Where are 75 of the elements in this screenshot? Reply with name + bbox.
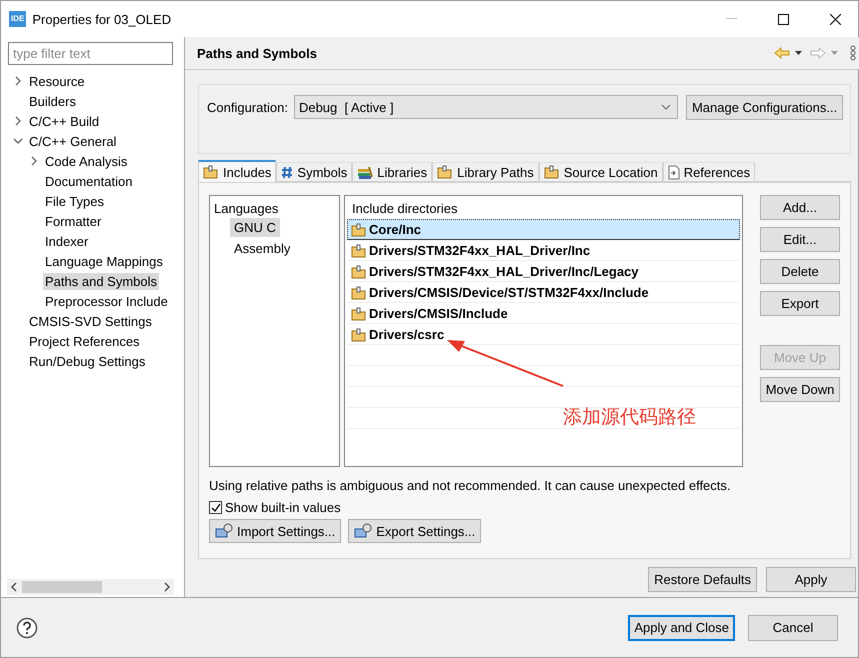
language-item[interactable]: GNU C: [230, 218, 280, 237]
manage-configurations-button[interactable]: Manage Configurations...: [686, 95, 844, 120]
dialog-button[interactable]: Cancel: [748, 614, 838, 640]
app-logo: IDE: [9, 11, 26, 27]
tree-item[interactable]: File Types: [43, 192, 106, 210]
include-folder-icon: [351, 326, 367, 342]
include-folder-icon: [351, 264, 367, 280]
tree-item[interactable]: Run/Debug Settings: [27, 352, 148, 370]
scroll-left-icon[interactable]: [10, 582, 18, 592]
chevron-down-icon[interactable]: [13, 136, 23, 146]
tree-item[interactable]: Indexer: [43, 232, 90, 250]
settings-button[interactable]: Export Settings...: [348, 519, 482, 543]
side-button[interactable]: Edit...: [760, 227, 840, 252]
show-built-in-checkbox[interactable]: [209, 501, 222, 514]
configuration-label: Configuration:: [207, 100, 288, 115]
tree-item[interactable]: Documentation: [43, 172, 134, 190]
chevron-right-icon[interactable]: [13, 116, 23, 126]
chevron-down-icon: [660, 104, 671, 110]
hash-icon: [281, 166, 294, 178]
list-heading: Languages: [214, 201, 280, 216]
tab[interactable]: Source Location: [538, 162, 663, 182]
page-icon: [668, 164, 680, 180]
tree-item[interactable]: Resource: [27, 72, 87, 90]
folder-icon: [437, 164, 454, 180]
page-button[interactable]: Apply: [766, 567, 856, 592]
warning-text: Using relative paths is ambiguous and not recommended. It can cause unexpected effects.: [209, 478, 732, 493]
tab[interactable]: Symbols: [276, 162, 352, 182]
page-title: Paths and Symbols: [197, 46, 318, 60]
side-button[interactable]: Export: [760, 291, 840, 316]
tab[interactable]: Libraries: [352, 162, 432, 182]
side-button[interactable]: Add...: [760, 195, 840, 220]
dialog-button[interactable]: Apply and Close: [628, 614, 735, 640]
more-icon[interactable]: [850, 45, 856, 61]
page-button[interactable]: Restore Defaults: [648, 567, 757, 592]
annotation-text: 添加源代码路径: [563, 406, 696, 430]
gear-folder-icon: [354, 523, 372, 539]
close-icon: [830, 14, 840, 24]
configuration-dropdown[interactable]: Debug [ Active ]: [294, 95, 678, 119]
tree-item[interactable]: Project References: [27, 332, 142, 350]
side-button[interactable]: Delete: [760, 259, 840, 284]
tab[interactable]: References: [662, 162, 756, 182]
include-folder-icon: [351, 222, 367, 238]
settings-button[interactable]: Import Settings...: [209, 519, 342, 543]
tab[interactable]: Includes: [198, 160, 276, 182]
list-heading: Include directories: [351, 201, 458, 218]
tree-item[interactable]: C/C++ Build: [27, 112, 102, 130]
tree-item[interactable]: C/C++ General: [27, 132, 118, 150]
tree-item[interactable]: Builders: [27, 92, 78, 110]
tree-item[interactable]: Preprocessor Include: [43, 292, 170, 310]
chevron-right-icon[interactable]: [13, 76, 23, 86]
horizontal-scrollbar[interactable]: [7, 579, 174, 595]
gear-folder-icon: [215, 523, 233, 539]
side-button[interactable]: Move Down: [760, 377, 840, 402]
chevron-right-icon[interactable]: [29, 156, 39, 166]
folder-icon: [544, 164, 560, 180]
scroll-right-icon[interactable]: [163, 582, 171, 592]
include-folder-icon: [351, 242, 367, 258]
tree-item[interactable]: Language Mappings: [43, 252, 165, 270]
tree-item[interactable]: Code Analysis: [43, 152, 130, 170]
checkbox-label[interactable]: Show built-in values: [225, 500, 341, 515]
include-folder-icon: [351, 284, 367, 300]
language-item[interactable]: Assembly: [230, 239, 294, 258]
filter-field[interactable]: type filter text: [8, 42, 173, 65]
tree-item[interactable]: Formatter: [43, 212, 104, 230]
tree-item[interactable]: CMSIS-SVD Settings: [27, 312, 154, 330]
include-folder-icon: [351, 306, 367, 322]
help-icon[interactable]: [16, 616, 38, 638]
maximize-icon: [778, 14, 788, 24]
folder-icon: [203, 164, 219, 180]
tree-item[interactable]: Paths and Symbols: [43, 272, 160, 290]
include-directory-row[interactable]: Core/Inc: [347, 219, 740, 240]
window-title: Properties for 03_OLED: [32, 12, 172, 26]
tab[interactable]: Library Paths: [432, 162, 539, 182]
minimize-icon: [726, 18, 736, 20]
books-icon: [357, 165, 374, 179]
